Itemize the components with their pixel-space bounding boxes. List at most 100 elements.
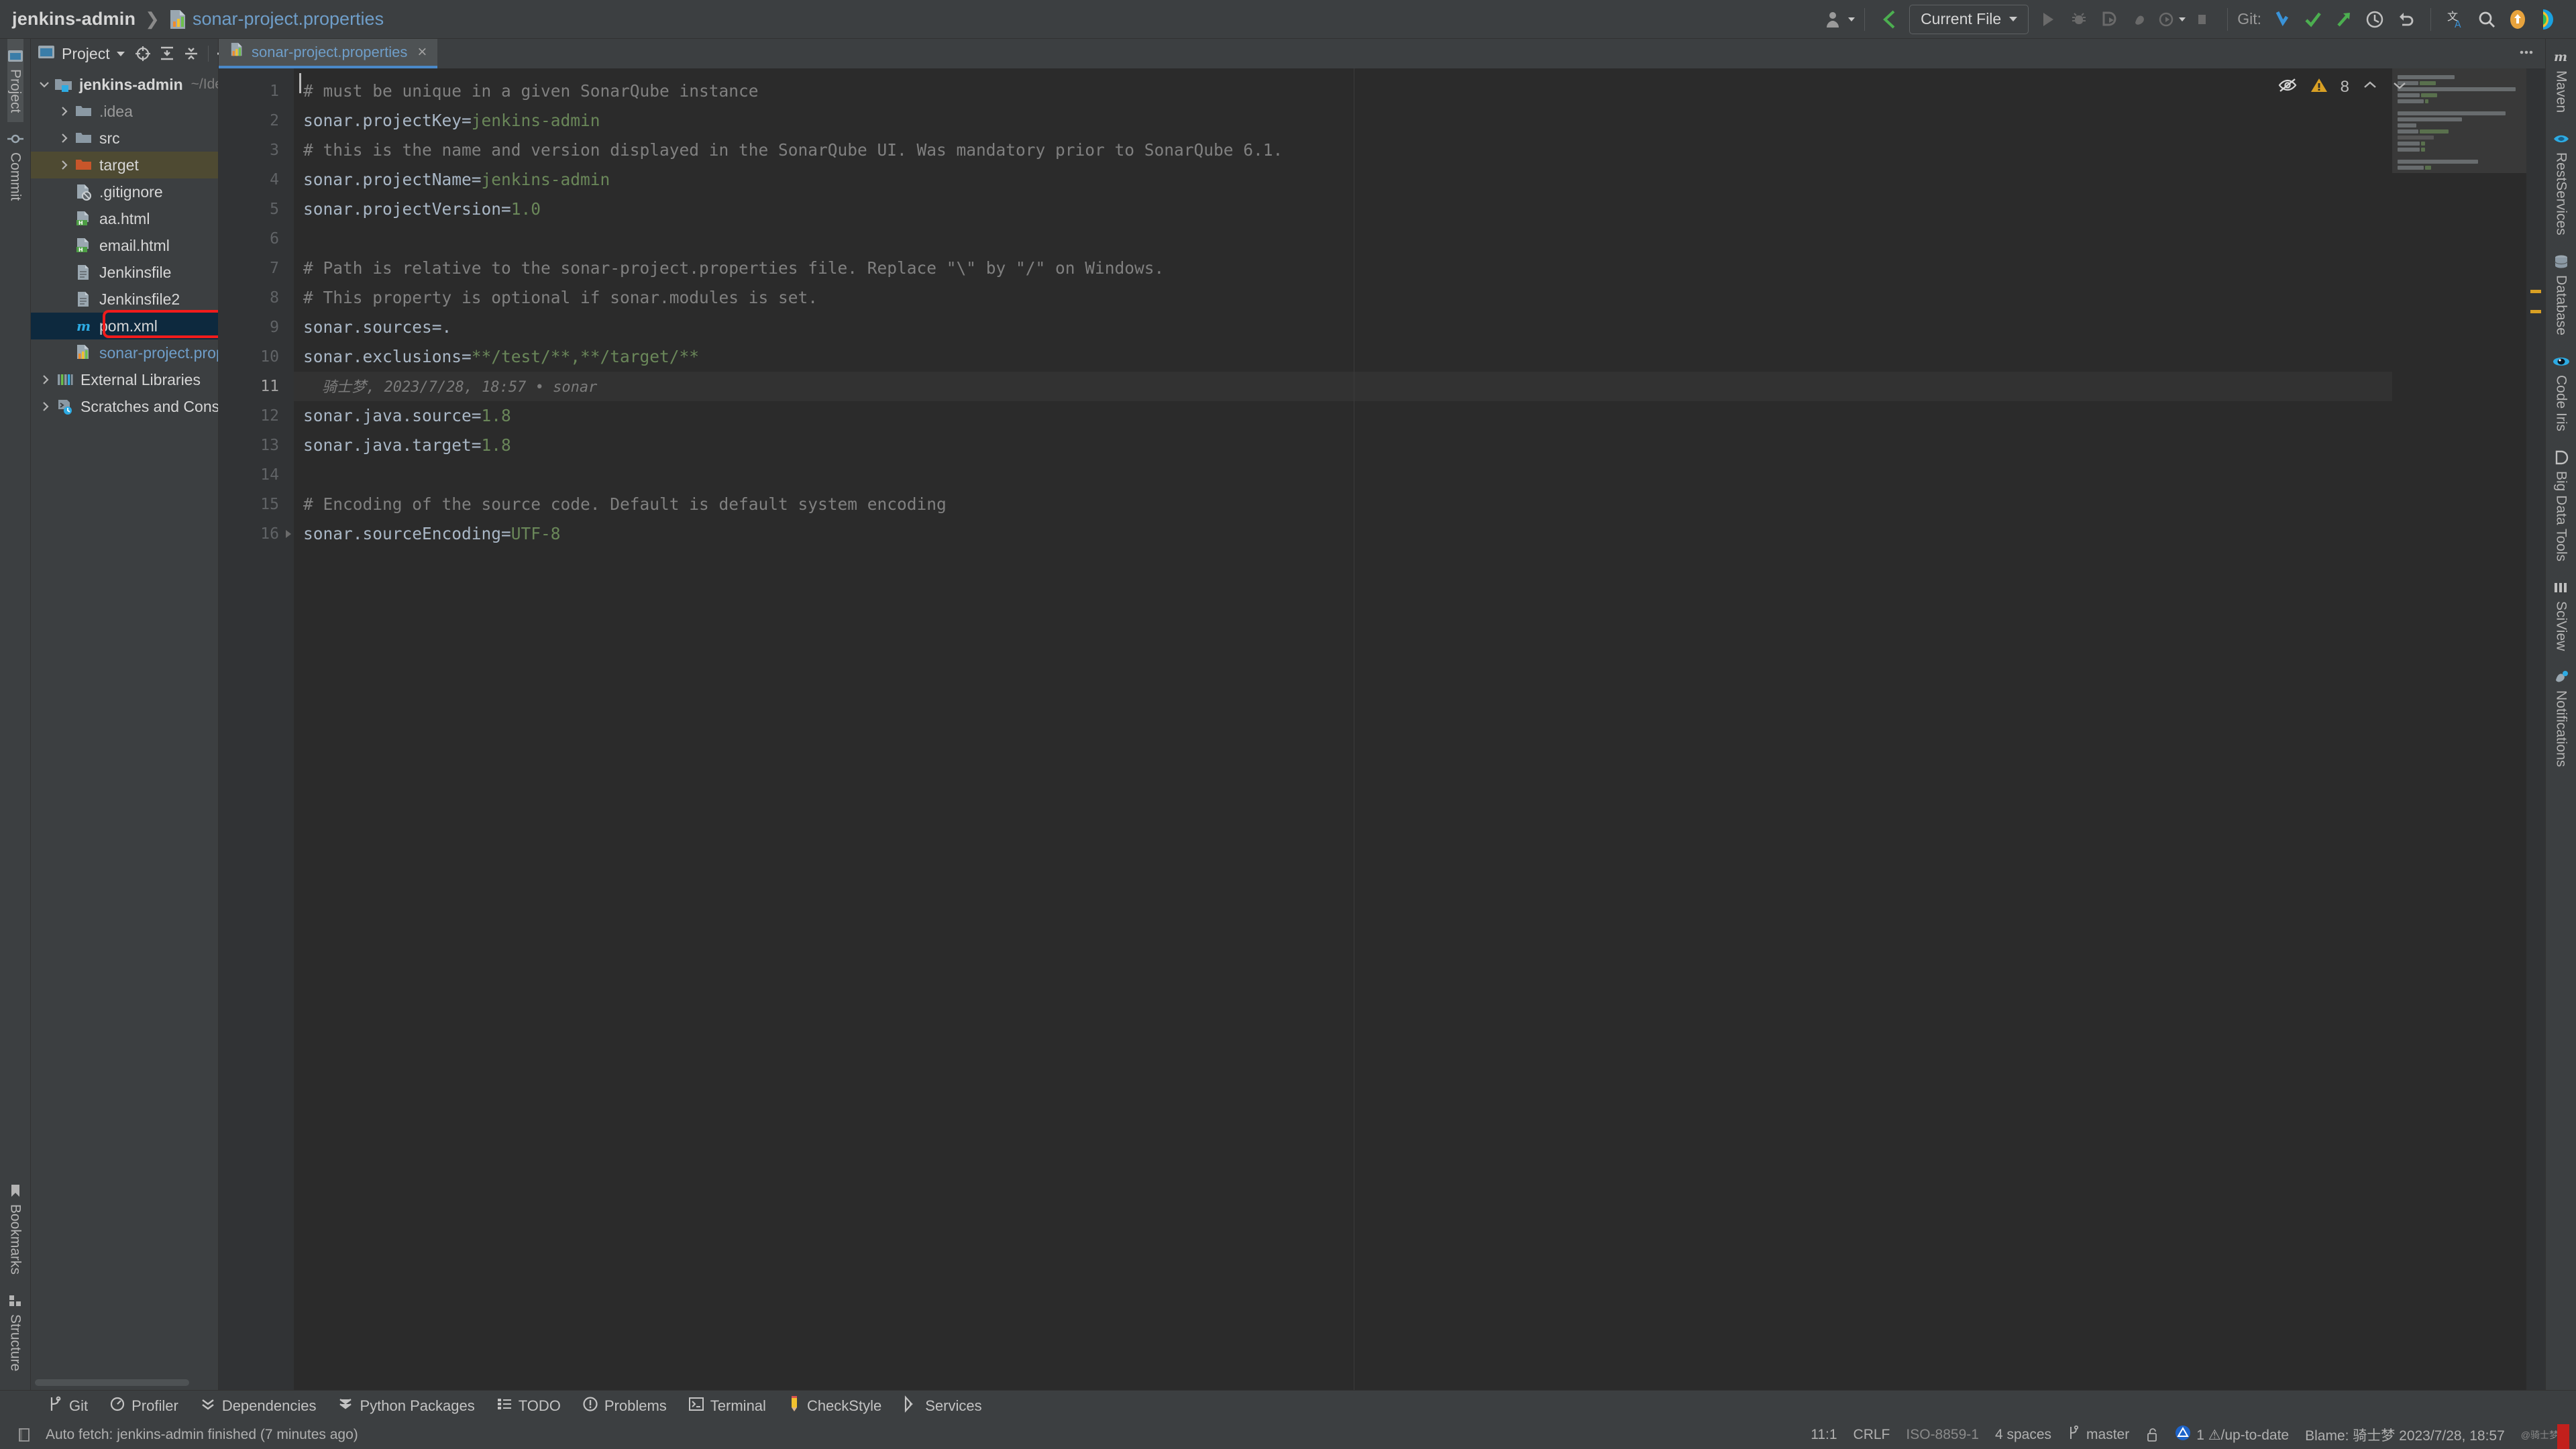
code-line[interactable]: sonar.projectVersion=1.0	[294, 195, 2392, 224]
file-encoding[interactable]: ISO-8859-1	[1899, 1427, 1986, 1443]
error-stripe[interactable]	[2526, 68, 2545, 1390]
close-icon[interactable]: ×	[417, 44, 427, 60]
prev-problem-icon[interactable]	[2361, 78, 2379, 96]
sidebar-item-maven[interactable]: m Maven	[2553, 39, 2569, 122]
code-line[interactable]: # Encoding of the source code. Default i…	[294, 490, 2392, 519]
stop-icon[interactable]	[2187, 5, 2218, 34]
unlock-icon[interactable]	[2139, 1428, 2165, 1442]
code-line[interactable]: # Path is relative to the sonar-project.…	[294, 254, 2392, 283]
bottom-tab-todo[interactable]: TODO	[486, 1397, 572, 1415]
editor-code-area[interactable]: # must be unique in a given SonarQube in…	[294, 68, 2392, 1390]
gutter-line-number[interactable]: 10	[219, 342, 294, 372]
gutter-line-number[interactable]: 1	[219, 76, 294, 106]
blame-extra-widget[interactable]: @骑士梦	[2514, 1424, 2569, 1449]
blame-widget[interactable]: Blame: 骑士梦 2023/7/28, 18:57	[2298, 1425, 2512, 1445]
sidebar-item-code-iris[interactable]: Code Iris	[2553, 345, 2570, 441]
fold-arrow-icon[interactable]	[286, 530, 291, 538]
collapse-all-icon[interactable]	[180, 42, 203, 65]
ide-color-icon[interactable]	[2533, 5, 2564, 34]
code-line[interactable]: sonar.projectName=jenkins-admin	[294, 165, 2392, 195]
sidebar-item-commit[interactable]: Commit	[7, 122, 23, 210]
caret-position[interactable]: 11:1	[1804, 1427, 1843, 1443]
project-tree[interactable]: jenkins-admin ~/IdeaProjects/learn/jenki…	[31, 68, 218, 1379]
tab-sonar-project-properties[interactable]: sonar-project.properties ×	[219, 39, 438, 68]
minimap-viewport[interactable]	[2392, 68, 2526, 173]
gutter-line-number[interactable]: 6	[219, 224, 294, 254]
run-config-chevron-down-icon[interactable]	[2009, 17, 2018, 21]
gutter-line-number[interactable]: 3	[219, 136, 294, 165]
tree-row-jenkinsfile2[interactable]: Jenkinsfile2	[31, 286, 218, 313]
bottom-tab-problems[interactable]: Problems	[572, 1396, 678, 1416]
run-with-coverage-icon[interactable]	[2094, 5, 2125, 34]
indent-setting[interactable]: 4 spaces	[1988, 1427, 2058, 1443]
bottom-tab-python-packages[interactable]: Python Packages	[327, 1396, 485, 1416]
gutter-line-number[interactable]: 13	[219, 431, 294, 460]
tree-row-idea[interactable]: .idea	[31, 98, 218, 125]
code-line[interactable]: 骑士梦, 2023/7/28, 18:57 • sonar	[294, 73, 2392, 401]
code-line[interactable]	[294, 460, 2392, 490]
gutter-line-number[interactable]: 15	[219, 490, 294, 519]
tree-row-scratches[interactable]: Scratches and Consoles	[31, 393, 218, 420]
update-project-icon[interactable]	[2267, 5, 2298, 34]
editor-minimap[interactable]	[2392, 68, 2526, 1390]
code-line[interactable]	[294, 224, 2392, 254]
run-icon[interactable]	[2033, 5, 2063, 34]
sidebar-item-database[interactable]: Database	[2553, 245, 2569, 345]
event-log-icon[interactable]	[11, 1428, 39, 1442]
sidebar-item-notifications[interactable]: Notifications	[2553, 660, 2569, 776]
line-separator[interactable]: CRLF	[1847, 1427, 1897, 1443]
chevron-right-icon[interactable]	[55, 105, 74, 117]
gutter-line-number[interactable]: 5	[219, 195, 294, 224]
history-icon[interactable]	[2359, 5, 2390, 34]
tree-row-external-libraries[interactable]: External Libraries	[31, 366, 218, 393]
code-line[interactable]: sonar.sources=.	[294, 313, 2392, 342]
gutter-line-number[interactable]: 2	[219, 106, 294, 136]
bottom-tab-terminal[interactable]: Terminal	[678, 1397, 777, 1415]
code-line[interactable]: # This property is optional if sonar.mod…	[294, 283, 2392, 313]
code-line[interactable]: sonar.sourceEncoding=UTF-8	[294, 519, 2392, 549]
warning-triangle-icon[interactable]	[2310, 76, 2328, 97]
tree-row-root[interactable]: jenkins-admin ~/IdeaProjects/learn/jenki…	[31, 71, 218, 98]
gutter-line-number[interactable]: 7	[219, 254, 294, 283]
rollback-icon[interactable]	[2390, 5, 2421, 34]
editor-gutter[interactable]: 1 2 3 4 5 6 7 8 9 10 11 12 13 14 15 16	[219, 68, 294, 1390]
tree-row-src[interactable]: src	[31, 125, 218, 152]
project-panel-chevron-down-icon[interactable]	[116, 51, 125, 56]
more-run-icon[interactable]	[2156, 5, 2187, 34]
sidebar-item-sciview[interactable]: SciView	[2553, 571, 2569, 660]
gutter-line-number[interactable]: 4	[219, 165, 294, 195]
inspection-status-widget[interactable]: 1 ⚠/up-to-date	[2168, 1425, 2296, 1445]
eye-off-icon[interactable]	[2277, 76, 2298, 97]
gutter-line-number[interactable]: 16	[219, 519, 294, 549]
code-line[interactable]: sonar.java.source=1.8	[294, 401, 2392, 431]
commit-icon[interactable]	[2298, 5, 2328, 34]
bottom-tab-profiler[interactable]: Profiler	[99, 1396, 189, 1416]
tree-row-target[interactable]: target	[31, 152, 218, 178]
gutter-line-number[interactable]: 8	[219, 283, 294, 313]
code-line[interactable]: sonar.projectKey=jenkins-admin	[294, 106, 2392, 136]
next-problem-icon[interactable]	[2391, 78, 2408, 96]
expand-all-icon[interactable]	[156, 42, 178, 65]
gutter-line-number[interactable]: 14	[219, 460, 294, 490]
code-line[interactable]: sonar.java.target=1.8	[294, 431, 2392, 460]
debug-icon[interactable]	[2063, 5, 2094, 34]
chevron-right-icon[interactable]	[36, 374, 55, 386]
run-configuration-selector[interactable]: Current File	[1909, 4, 2029, 34]
more-tabs-icon[interactable]	[2517, 45, 2536, 63]
tree-row-email-html[interactable]: H email.html	[31, 232, 218, 259]
breadcrumb-project[interactable]: jenkins-admin	[12, 9, 136, 30]
chevron-right-icon[interactable]	[36, 400, 55, 413]
avatar-chevron-down-icon[interactable]	[1847, 17, 1855, 21]
tree-row-sonar-project-properties[interactable]: sonar-project.properties	[31, 339, 218, 366]
bottom-tab-services[interactable]: Services	[892, 1395, 992, 1416]
notifications-icon[interactable]	[2502, 5, 2533, 34]
locate-icon[interactable]	[131, 42, 154, 65]
gutter-line-number[interactable]: 9	[219, 313, 294, 342]
sidebar-item-structure[interactable]: Structure	[7, 1284, 23, 1381]
sidebar-item-big-data-tools[interactable]: Big Data Tools	[2553, 441, 2569, 571]
bottom-tab-checkstyle[interactable]: CheckStyle	[777, 1395, 892, 1417]
back-arrow-icon[interactable]	[1874, 5, 1905, 34]
bottom-tab-dependencies[interactable]: Dependencies	[189, 1396, 327, 1416]
git-branch-widget[interactable]: master	[2061, 1425, 2136, 1444]
chevron-right-icon[interactable]	[55, 132, 74, 144]
